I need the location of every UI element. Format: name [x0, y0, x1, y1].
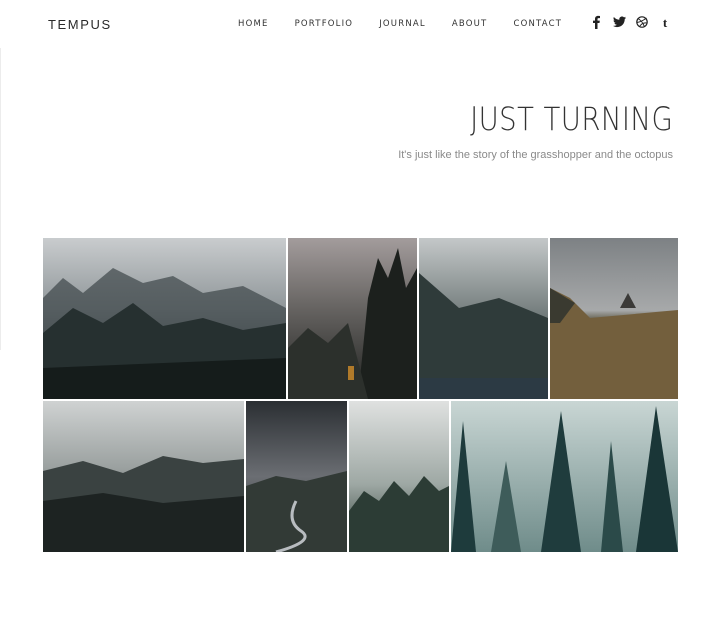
- nav-portfolio[interactable]: PORTFOLIO: [295, 19, 354, 29]
- nav-journal[interactable]: JOURNAL: [379, 19, 426, 29]
- hero-subtitle: It's just like the story of the grasshop…: [398, 149, 673, 161]
- main-nav: HOME PORTFOLIO JOURNAL ABOUT CONTACT: [238, 19, 588, 29]
- gallery-photo-winding-road-valley[interactable]: [246, 401, 347, 552]
- dribbble-icon[interactable]: [634, 15, 650, 31]
- hero-title: JUST TURNING: [469, 100, 673, 138]
- site-header: TEMPUS HOME PORTFOLIO JOURNAL ABOUT CONT…: [0, 0, 720, 48]
- nav-about[interactable]: ABOUT: [452, 19, 488, 29]
- gallery-photo-tall-spruce-forest[interactable]: [451, 401, 678, 552]
- gallery-photo-misty-forest-hillside[interactable]: [43, 238, 286, 399]
- facebook-icon[interactable]: [588, 15, 604, 31]
- nav-contact[interactable]: CONTACT: [513, 19, 562, 29]
- tumblr-icon[interactable]: t: [657, 15, 673, 31]
- social-links: t: [588, 15, 680, 31]
- site-logo[interactable]: TEMPUS: [48, 17, 112, 32]
- gallery-photo-foggy-treeline[interactable]: [349, 401, 449, 552]
- gallery-photo-cabin-in-dry-grass[interactable]: [550, 238, 678, 399]
- gallery-photo-mountain-lake-mist[interactable]: [419, 238, 548, 399]
- gallery-photo-dark-pine-forest-fog[interactable]: [288, 238, 417, 399]
- nav-home[interactable]: HOME: [238, 19, 269, 29]
- gallery-photo-clouded-mountain-ridge[interactable]: [43, 401, 244, 552]
- twitter-icon[interactable]: [611, 15, 627, 31]
- left-divider: [0, 48, 1, 350]
